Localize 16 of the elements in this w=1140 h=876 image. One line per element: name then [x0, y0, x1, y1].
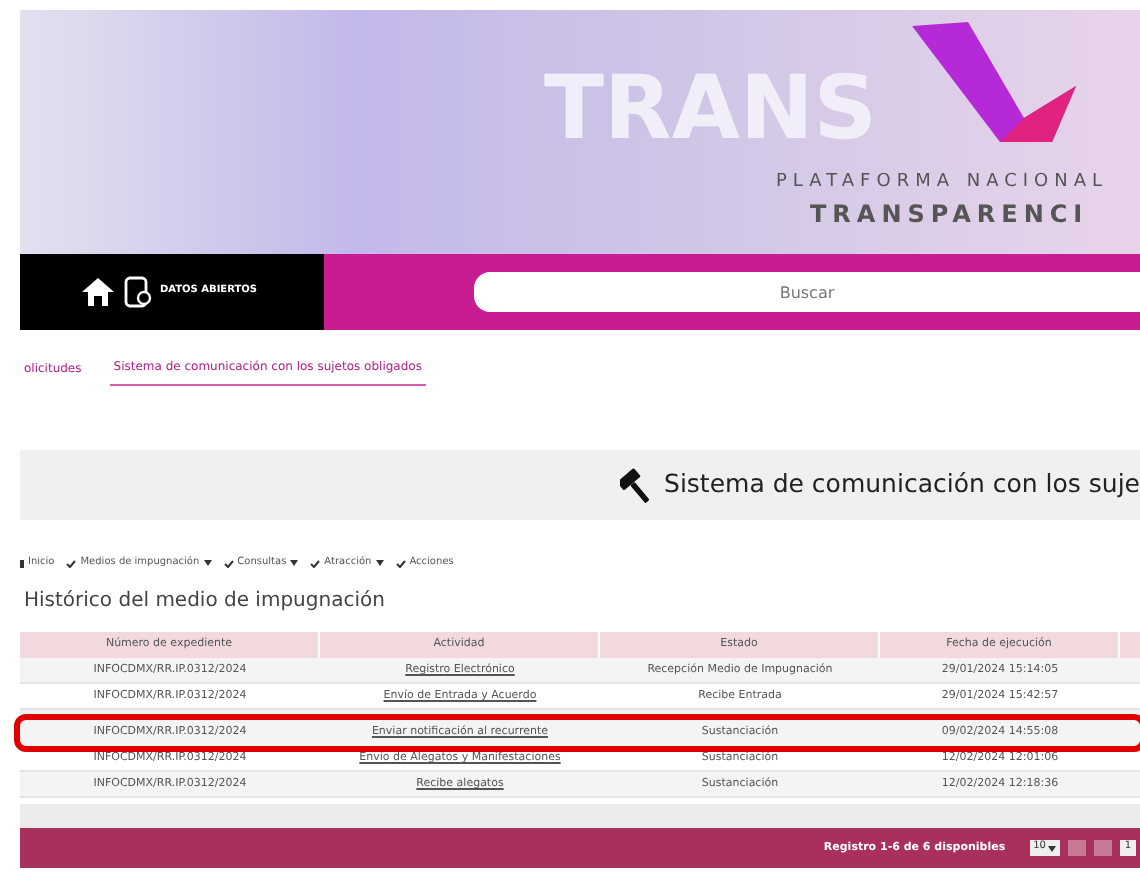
home-icon[interactable]	[80, 276, 116, 308]
home-marker-icon	[20, 559, 24, 567]
platform-title: TRANSPARENCI	[810, 198, 1089, 232]
caret-icon	[203, 560, 212, 566]
search-field[interactable]: Buscar	[474, 272, 1140, 312]
section-title: Histórico del medio de impugnación	[22, 588, 387, 616]
document-icon[interactable]	[124, 276, 152, 308]
caret-icon	[375, 560, 384, 566]
check-icon	[223, 559, 234, 567]
check-icon	[66, 559, 77, 567]
page-title: Sistema de comunicación con los suje	[664, 466, 1140, 503]
platform-subtitle: PLATAFORMA NACIONAL	[776, 170, 1109, 196]
check-icon	[395, 559, 406, 567]
caret-icon	[1048, 845, 1056, 851]
caret-icon	[290, 560, 299, 566]
check-icon	[310, 559, 321, 567]
